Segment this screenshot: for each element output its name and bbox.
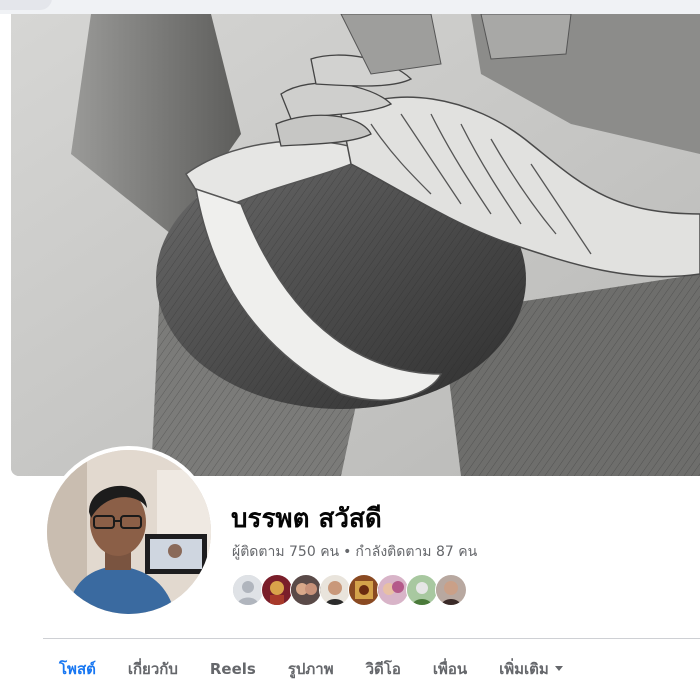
avatar-photo [47, 450, 211, 614]
following-count[interactable]: กำลังติดตาม 87 คน [355, 544, 477, 560]
tab-label: Reels [209, 660, 256, 678]
tab-about[interactable]: เกี่ยวกับ [112, 650, 194, 688]
cover-photo[interactable] [11, 14, 700, 476]
friend-avatar[interactable] [290, 574, 322, 606]
friend-avatar[interactable] [435, 574, 467, 606]
tab-label: รูปภาพ [287, 660, 334, 678]
follow-stats: ผู้ติดตาม 750 คน • กำลังติดตาม 87 คน [232, 543, 477, 561]
tab-label: เพิ่มเติม [499, 660, 549, 678]
caret-down-icon [554, 666, 563, 671]
friend-avatar[interactable] [406, 574, 438, 606]
profile-page: บรรพต สวัสดี ผู้ติดตาม 750 คน • กำลังติดตา… [0, 0, 700, 692]
stats-separator: • [343, 544, 352, 560]
friend-avatar[interactable] [232, 574, 264, 606]
friend-avatar[interactable] [377, 574, 409, 606]
tab-posts[interactable]: โพสต์ [43, 650, 112, 688]
profile-avatar[interactable] [43, 446, 215, 618]
tab-label: วิดีโอ [365, 660, 401, 678]
friends-avatars [232, 574, 467, 606]
tab-more[interactable]: เพิ่มเติม [483, 650, 579, 688]
friend-avatar[interactable] [348, 574, 380, 606]
tab-reels[interactable]: Reels [194, 650, 272, 688]
tab-friends[interactable]: เพื่อน [417, 650, 483, 688]
top-bar [0, 0, 700, 14]
tab-label: เพื่อน [432, 660, 468, 678]
profile-tabs: โพสต์ เกี่ยวกับ Reels รูปภาพ วิดีโอ เพื่… [43, 650, 579, 692]
profile-divider [43, 638, 700, 639]
tab-label: โพสต์ [59, 660, 96, 678]
profile-name: บรรพต สวัสดี [231, 504, 382, 534]
tab-photos[interactable]: รูปภาพ [272, 650, 350, 688]
top-bar-button[interactable] [0, 0, 52, 10]
tab-videos[interactable]: วิดีโอ [350, 650, 417, 688]
tab-label: เกี่ยวกับ [127, 660, 178, 678]
friend-avatar[interactable] [261, 574, 293, 606]
friend-avatar[interactable] [319, 574, 351, 606]
followers-count[interactable]: ผู้ติดตาม 750 คน [232, 544, 339, 560]
